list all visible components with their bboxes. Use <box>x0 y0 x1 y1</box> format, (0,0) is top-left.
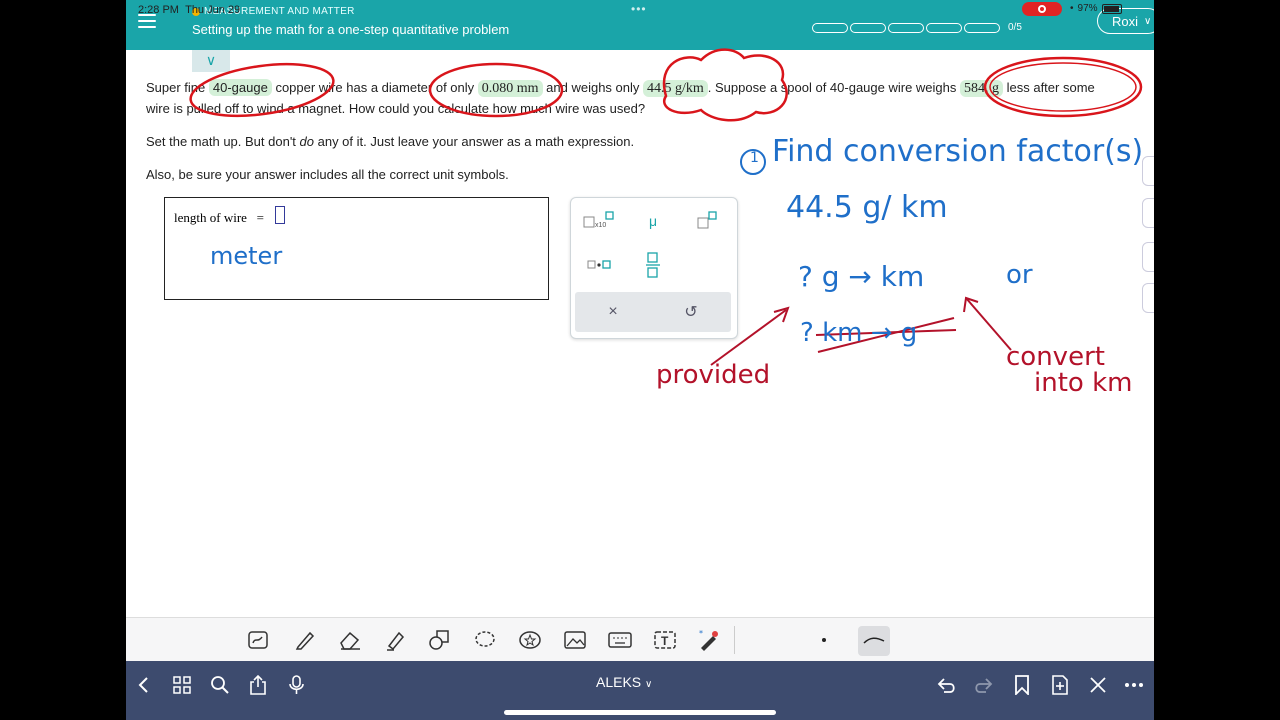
add-page-icon[interactable] <box>1048 673 1072 697</box>
sticker-tool-icon[interactable] <box>517 628 543 652</box>
image-tool-icon[interactable] <box>562 628 588 652</box>
drawing-toolbar: T * <box>126 617 1154 662</box>
annotation-rate: 44.5 g/ km <box>786 190 948 225</box>
pen-tool-icon[interactable] <box>292 628 318 652</box>
app-name-label: ALEKS <box>596 674 642 690</box>
red-arrow-convert <box>965 297 1012 351</box>
grid-view-icon[interactable] <box>170 673 194 697</box>
red-arrow-provided <box>710 309 787 366</box>
svg-text:T: T <box>661 634 669 648</box>
red-cloud-weight-rate <box>662 48 788 122</box>
redo-icon[interactable] <box>972 673 996 697</box>
shapes-tool-icon[interactable] <box>427 628 453 652</box>
annotation-into-km: into km <box>1034 368 1133 398</box>
red-circle-spool-inner <box>989 62 1137 112</box>
lasso-tool-icon[interactable] <box>472 628 498 652</box>
toolbar-divider <box>734 626 735 654</box>
microphone-icon[interactable] <box>286 673 310 697</box>
app-title-menu[interactable]: ALEKS ∨ <box>596 674 652 690</box>
annotation-unit-note: meter <box>210 242 283 270</box>
annotation-provided: provided <box>656 360 771 390</box>
keyboard-tool-icon[interactable] <box>607 628 633 652</box>
annotation-crossed: ? km → g <box>800 318 918 348</box>
undo-icon[interactable] <box>934 673 958 697</box>
eraser-tool-icon[interactable] <box>337 628 363 652</box>
chevron-down-icon: ∨ <box>645 679 653 690</box>
stroke-width-small[interactable] <box>822 638 826 642</box>
annotation-arrow: ? g → km <box>798 260 925 293</box>
back-chevron-icon[interactable] <box>132 673 156 697</box>
handwriting-tool-icon[interactable] <box>246 628 272 652</box>
text-box-tool-icon[interactable]: T <box>652 628 678 652</box>
collapse-arrows-icon[interactable] <box>1086 673 1110 697</box>
svg-text:*: * <box>699 629 703 638</box>
share-icon[interactable] <box>246 673 270 697</box>
app-screen: MEASUREMENT AND MATTER Setting up the ma… <box>126 0 1154 720</box>
annotation-or: or <box>1006 260 1033 290</box>
stroke-width-selected[interactable] <box>858 626 890 656</box>
step-number: 1 <box>750 150 759 166</box>
red-circle-gauge <box>189 62 335 118</box>
bookmark-icon[interactable] <box>1010 673 1034 697</box>
bottom-navigation-bar: ALEKS ∨ <box>126 661 1154 720</box>
annotation-step: Find conversion factor(s) <box>772 134 1144 169</box>
home-indicator[interactable] <box>504 710 776 715</box>
apple-pencil-tool-icon[interactable]: * <box>696 628 722 652</box>
red-circle-diameter <box>428 62 564 118</box>
red-circle-spool <box>983 56 1143 118</box>
search-icon[interactable] <box>208 673 232 697</box>
highlighter-tool-icon[interactable] <box>382 628 408 652</box>
more-options-icon[interactable] <box>1122 673 1146 697</box>
annotation-ink-layer <box>189 48 1143 366</box>
